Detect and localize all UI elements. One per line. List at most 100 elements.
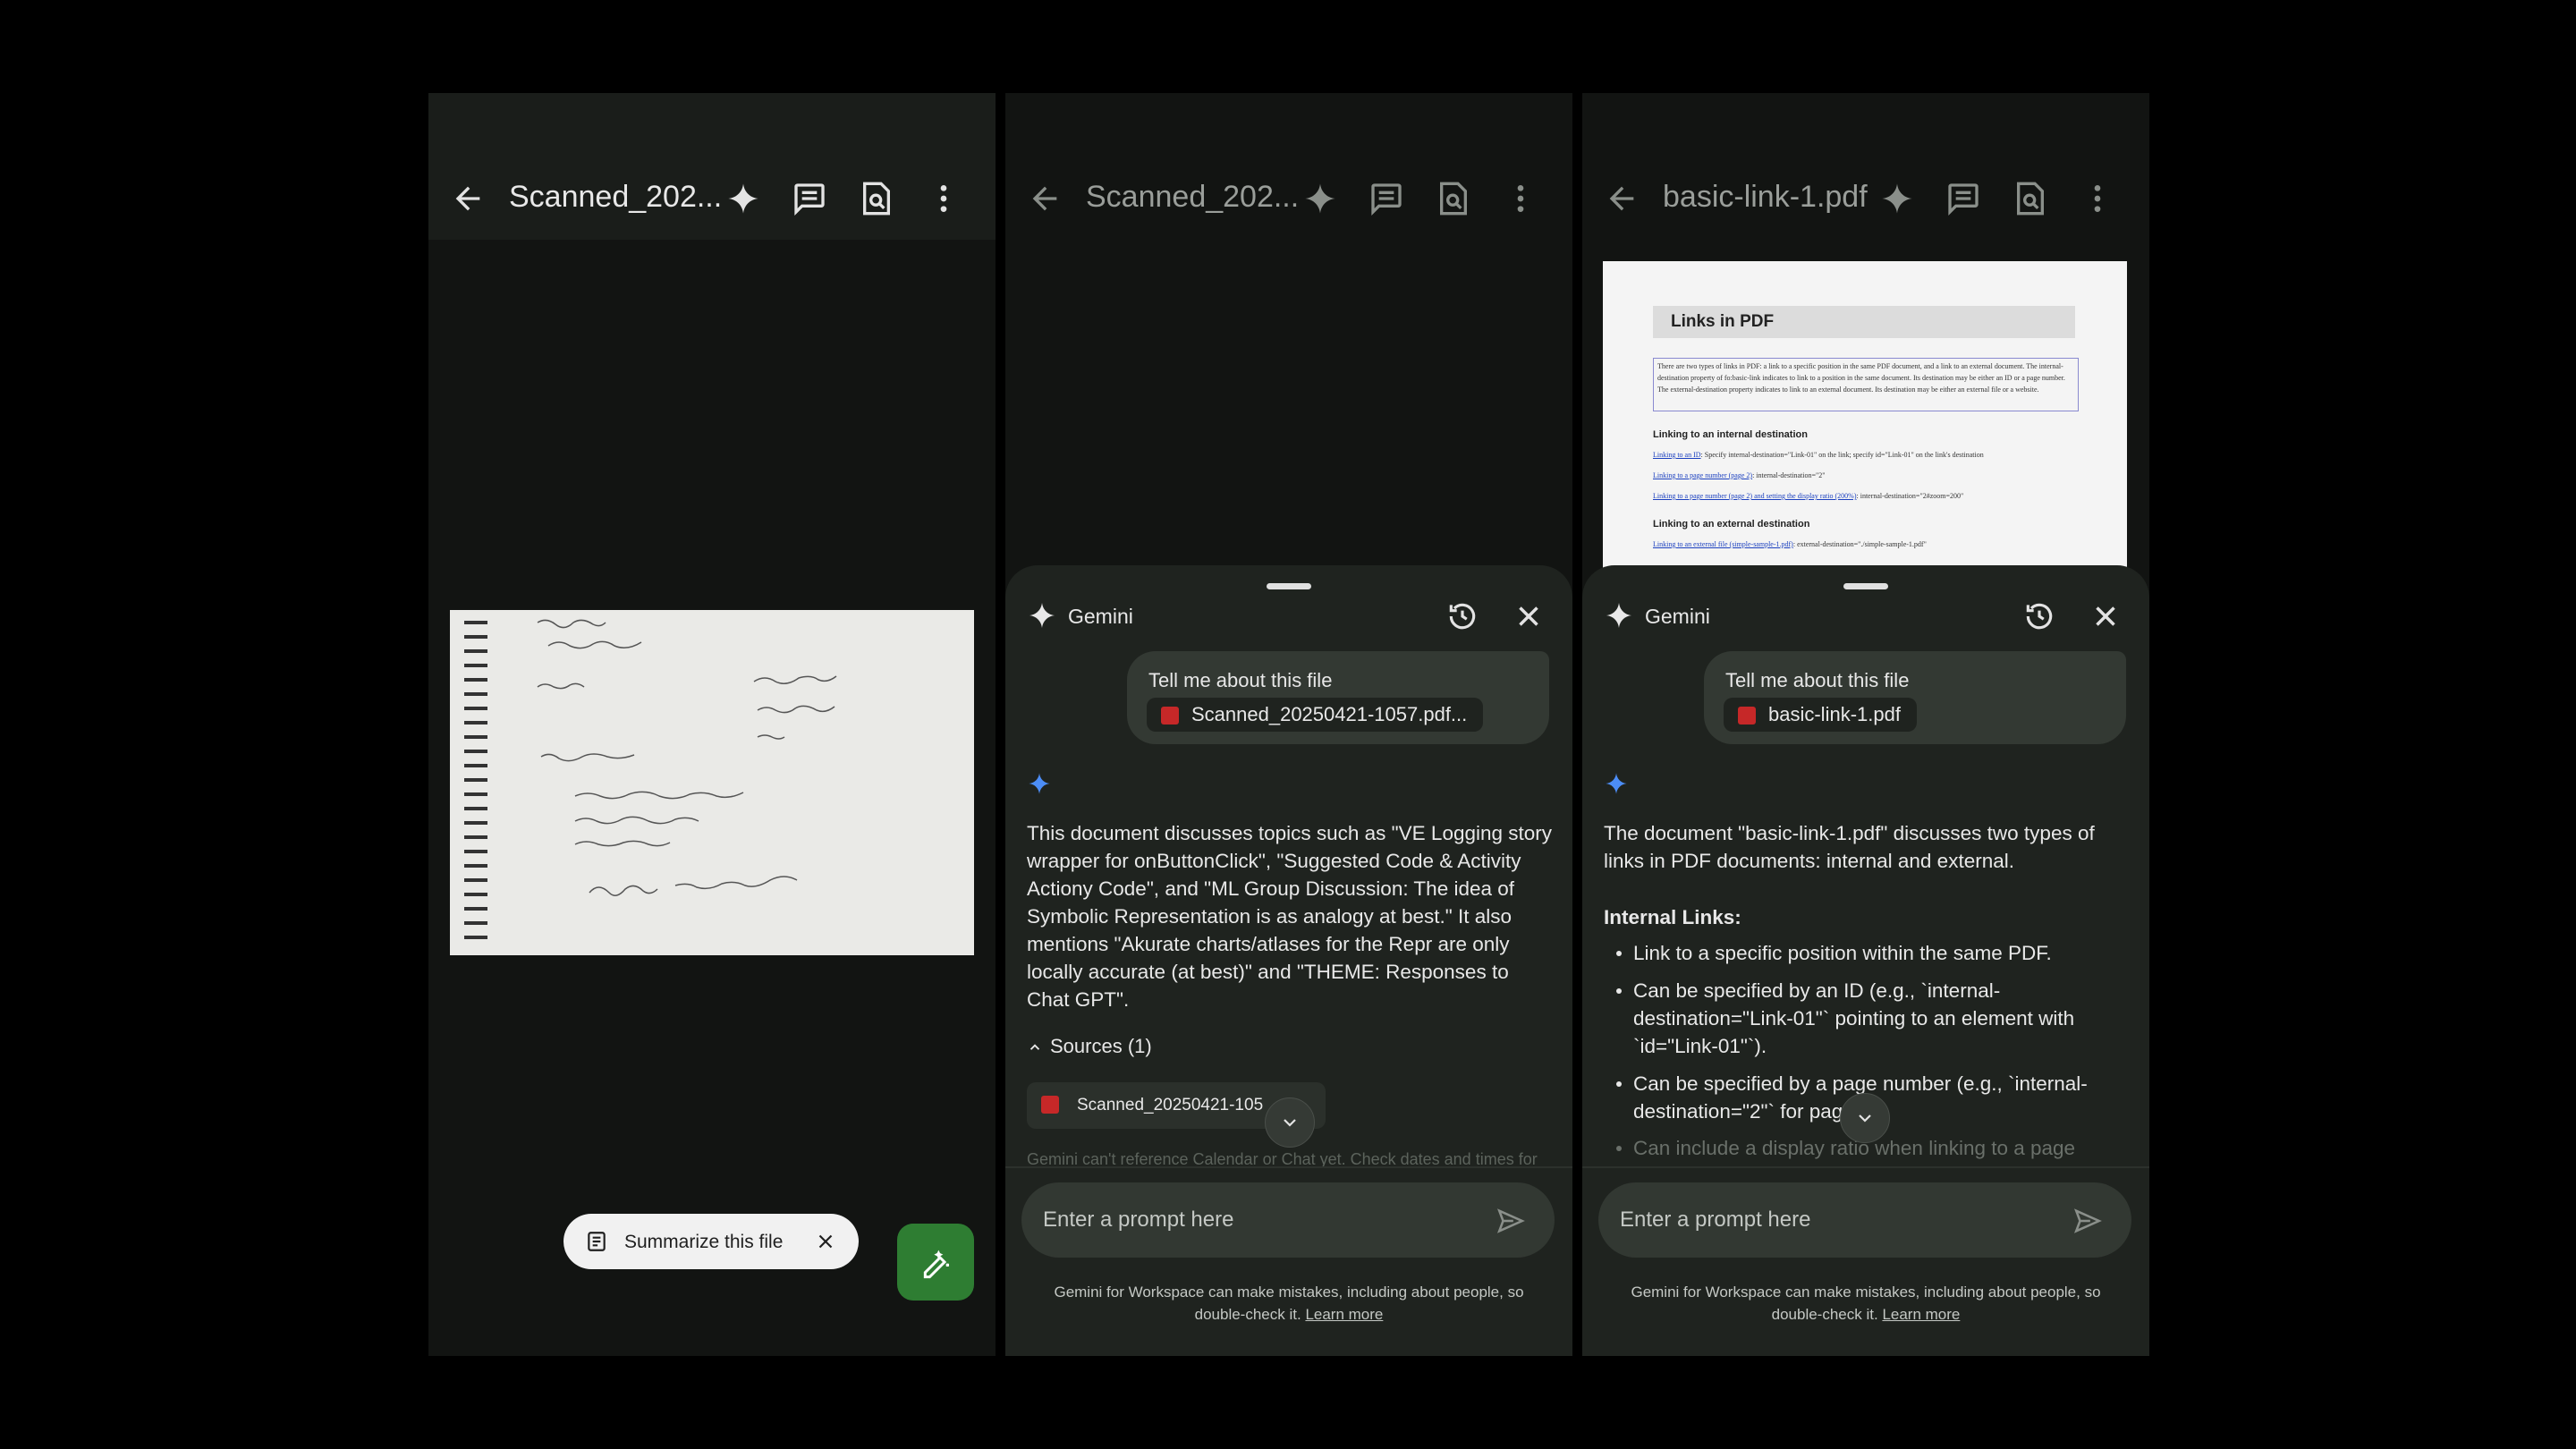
- arrow-back-icon[interactable]: [1027, 181, 1063, 216]
- divider: [1582, 1166, 2149, 1168]
- prompt-placeholder: Enter a prompt here: [1620, 1208, 1811, 1232]
- gemini-panel: Gemini Tell me about this file Scanned_2…: [1005, 565, 1572, 1356]
- bullet-dot: [1616, 1081, 1622, 1087]
- gemini-response-sparkle-icon: [1027, 771, 1052, 796]
- sparkle-icon[interactable]: [725, 181, 761, 216]
- pdf-link-line: Linking to an external file (simple-samp…: [1653, 540, 1927, 548]
- drag-handle[interactable]: [1843, 583, 1888, 589]
- attached-file-name: basic-link-1.pdf: [1768, 703, 1901, 725]
- pdf-subheading: Linking to an external destination: [1653, 519, 1810, 530]
- disclaimer-line-2: double-check it.: [1771, 1306, 1878, 1323]
- bullet-dot: [1616, 1146, 1622, 1151]
- app-bar: Scanned_202...: [1005, 93, 1572, 240]
- more-vert-icon[interactable]: [926, 181, 962, 216]
- pdf-link[interactable]: Linking to a page number (page 2) and se…: [1653, 492, 1857, 500]
- pdf-link[interactable]: Linking to a page number (page 2): [1653, 471, 1752, 479]
- learn-more-link[interactable]: Learn more: [1882, 1306, 1960, 1323]
- edit-fab-button[interactable]: [897, 1224, 974, 1301]
- attached-file-name: Scanned_20250421-1057.pdf...: [1191, 703, 1468, 725]
- chevron-down-icon: [1284, 1119, 1296, 1127]
- divider: [1005, 1166, 1572, 1168]
- close-icon[interactable]: [2089, 599, 2123, 633]
- gemini-response-intro: The document "basic-link-1.pdf" discusse…: [1604, 822, 2095, 872]
- phone-screen-1: Scanned_202... Summarize this file: [428, 93, 996, 1356]
- phone-screen-3: basic-link-1.pdf Links in PDF There are …: [1582, 93, 2149, 1356]
- comment-icon[interactable]: [1368, 181, 1404, 216]
- file-title: Scanned_202...: [1086, 180, 1300, 214]
- bullet-dot: [1616, 951, 1622, 956]
- send-icon[interactable]: [1496, 1206, 1526, 1236]
- attached-file-chip[interactable]: basic-link-1.pdf: [1724, 698, 1917, 732]
- drag-handle[interactable]: [1267, 583, 1311, 589]
- disclaimer: Gemini for Workspace can make mistakes, …: [1582, 1281, 2149, 1326]
- user-prompt-bubble: Tell me about this file basic-link-1.pdf: [1704, 651, 2126, 744]
- summarize-icon: [585, 1230, 608, 1253]
- sources-toggle[interactable]: Sources (1): [1027, 1035, 1152, 1058]
- scroll-down-button[interactable]: [1840, 1093, 1890, 1143]
- sparkle-icon[interactable]: [1879, 181, 1915, 216]
- gemini-bullet-faded: Can include a display ratio when linking…: [1633, 1137, 2076, 1159]
- history-icon[interactable]: [2022, 599, 2056, 633]
- pdf-subheading: Linking to an internal destination: [1653, 429, 1808, 440]
- more-vert-icon[interactable]: [2080, 181, 2115, 216]
- pdf-icon: [1738, 707, 1756, 724]
- gemini-sparkle-icon: [1027, 600, 1057, 631]
- search-document-icon[interactable]: [859, 181, 894, 216]
- pdf-link-line: Linking to a page number (page 2) and se…: [1653, 492, 1963, 500]
- search-document-icon[interactable]: [1436, 181, 1471, 216]
- file-title: basic-link-1.pdf: [1663, 180, 1868, 214]
- search-document-icon[interactable]: [2012, 181, 2048, 216]
- scanned-notebook-page: [450, 610, 974, 955]
- learn-more-link[interactable]: Learn more: [1305, 1306, 1383, 1323]
- gemini-sparkle-icon: [1604, 600, 1634, 631]
- send-icon[interactable]: [2072, 1206, 2103, 1236]
- phone-screen-2: Scanned_202... Gemini Tell me about this…: [1005, 93, 1572, 1356]
- summarize-chip[interactable]: Summarize this file: [564, 1214, 859, 1269]
- prompt-placeholder: Enter a prompt here: [1043, 1208, 1234, 1232]
- pdf-icon: [1041, 1096, 1059, 1114]
- close-icon[interactable]: [1512, 599, 1546, 633]
- attached-file-chip[interactable]: Scanned_20250421-1057.pdf...: [1147, 698, 1484, 732]
- pen-sparkle-icon: [923, 1250, 949, 1279]
- pdf-link-line: Linking to an ID: Specify internal-desti…: [1653, 451, 1984, 459]
- summarize-chip-label: Summarize this file: [624, 1232, 784, 1252]
- pdf-link[interactable]: Linking to an external file (simple-samp…: [1653, 540, 1793, 548]
- prompt-input[interactable]: Enter a prompt here: [1021, 1182, 1555, 1258]
- arrow-back-icon[interactable]: [1604, 181, 1640, 216]
- more-vert-icon[interactable]: [1503, 181, 1538, 216]
- disclaimer-line-1: Gemini for Workspace can make mistakes, …: [1054, 1284, 1524, 1301]
- pdf-page-preview: Links in PDF There are two types of link…: [1603, 261, 2127, 572]
- gemini-panel: Gemini Tell me about this file basic-lin…: [1582, 565, 2149, 1356]
- pdf-link-desc: : Specify internal-destination="Link-01"…: [1700, 451, 1984, 459]
- app-bar: basic-link-1.pdf: [1582, 93, 2149, 240]
- app-bar: Scanned_202...: [428, 93, 996, 240]
- pdf-link-desc: : internal-destination="2#zoom=200": [1856, 492, 1964, 500]
- arrow-back-icon[interactable]: [450, 181, 486, 216]
- file-title: Scanned_202...: [509, 180, 723, 214]
- pdf-intro: There are two types of links in PDF: a l…: [1653, 358, 2079, 411]
- pdf-heading: Links in PDF: [1653, 306, 2075, 338]
- comment-icon[interactable]: [792, 181, 827, 216]
- user-prompt-text: Tell me about this file: [1148, 669, 1333, 691]
- gemini-response-text: This document discusses topics such as "…: [1027, 822, 1553, 1011]
- disclaimer-line-1: Gemini for Workspace can make mistakes, …: [1631, 1284, 2101, 1301]
- gemini-section-title: Internal Links:: [1604, 906, 1741, 928]
- gemini-bullet: Can be specified by an ID (e.g., `intern…: [1633, 979, 2075, 1057]
- user-prompt-bubble: Tell me about this file Scanned_20250421…: [1127, 651, 1549, 744]
- bullet-dot: [1616, 988, 1622, 994]
- close-icon[interactable]: [814, 1230, 837, 1253]
- disclaimer: Gemini for Workspace can make mistakes, …: [1005, 1281, 1572, 1326]
- prompt-input[interactable]: Enter a prompt here: [1598, 1182, 2131, 1258]
- gemini-title: Gemini: [1645, 605, 1710, 628]
- pdf-icon: [1161, 707, 1179, 724]
- sources-label: Sources (1): [1050, 1035, 1152, 1057]
- pdf-link-desc: : internal-destination="2": [1752, 471, 1826, 479]
- comment-icon[interactable]: [1945, 181, 1981, 216]
- chevron-down-icon: [1859, 1114, 1871, 1123]
- pdf-link[interactable]: Linking to an ID: [1653, 451, 1701, 459]
- scroll-down-button[interactable]: [1265, 1097, 1315, 1148]
- pdf-link-line: Linking to a page number (page 2): inter…: [1653, 471, 1826, 479]
- history-icon[interactable]: [1445, 599, 1479, 633]
- sparkle-icon[interactable]: [1302, 181, 1338, 216]
- pdf-link-desc: : external-destination="./simple-sample-…: [1792, 540, 1927, 548]
